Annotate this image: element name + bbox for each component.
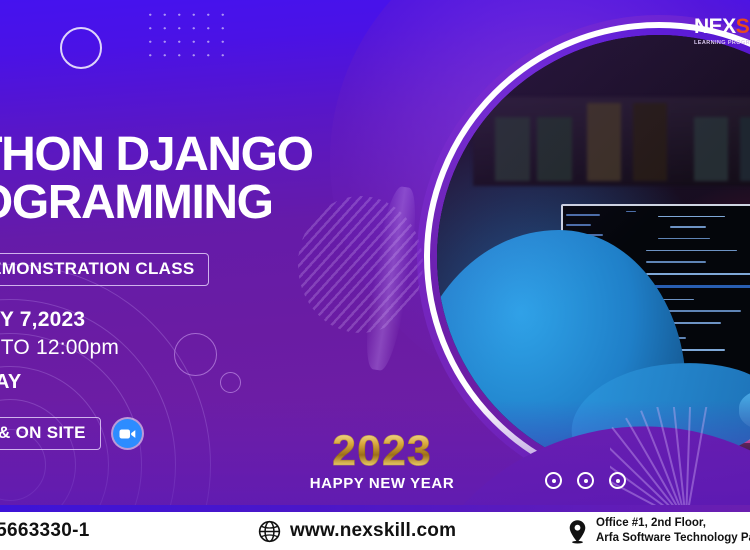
footer-address-line-1: Office #1, 2nd Floor, (596, 516, 706, 529)
logo-name-accent: SKILL (735, 15, 750, 38)
schedule-block: JANUARY 7,2023 10:00am TO 12:00pm SATURD… (0, 306, 412, 398)
event-day: SATURDAY (0, 371, 22, 394)
new-year-year: 2023 (292, 429, 472, 473)
promo-title: PYTHON DJANGO PROGRAMMING (0, 128, 412, 229)
radiating-lines-decoration (610, 407, 750, 512)
circle-outline-decoration (60, 27, 102, 69)
logo-tagline: LEARNING PROGRAMMING (694, 40, 750, 46)
footer-address: Office #1, 2nd Floor, Arfa Software Tech… (568, 516, 750, 546)
class-type-badge: FREE DEMONSTRATION CLASS (0, 252, 209, 286)
footer-address-line-2: Arfa Software Technology Park (596, 532, 750, 544)
video-camera-icon (112, 419, 142, 449)
slide-dot[interactable] (609, 472, 626, 489)
dot-grid-decoration (143, 8, 225, 66)
footer-address-lines: Office #1, 2nd Floor, Arfa Software Tech… (596, 516, 750, 546)
event-time: 10:00am TO 12:00pm (0, 335, 120, 359)
logo-name-main: NEX (694, 15, 736, 38)
title-line-2: PROGRAMMING (0, 175, 274, 229)
title-line-1: PYTHON DJANGO (0, 128, 314, 181)
footer-phone-text: 042-35663330-1 (0, 520, 90, 541)
footer-accent-strip (0, 505, 750, 512)
logo-wordmark: NEXSKILL (694, 16, 750, 37)
slide-dots[interactable] (545, 472, 626, 489)
new-year-greeting: HAPPY NEW YEAR (309, 475, 455, 492)
slide-dot[interactable] (545, 472, 562, 489)
promo-banner: NEXSKILL LEARNING PROGRAMMING Learn PYTH… (0, 0, 750, 550)
map-pin-icon (568, 519, 587, 544)
nexskill-logo: NEXSKILL LEARNING PROGRAMMING (694, 16, 750, 46)
footer-website[interactable]: www.nexskill.com (258, 520, 456, 543)
footer-phone[interactable]: 042-35663330-1 (0, 520, 90, 542)
delivery-mode-badge: ONLINE & ON SITE (0, 417, 101, 451)
eyebrow-text: Learn (0, 108, 412, 127)
footer-contact-bar: 042-35663330-1 www.nexskill.com (0, 512, 750, 550)
footer-website-text: www.nexskill.com (290, 520, 457, 541)
new-year-graphic: 2023 HAPPY NEW YEAR (292, 429, 472, 492)
globe-icon (258, 520, 281, 543)
promo-copy: Learn PYTHON DJANGO PROGRAMMING FREE DEM… (0, 108, 412, 451)
slide-dot[interactable] (577, 472, 594, 489)
event-date: JANUARY 7,2023 (0, 307, 86, 331)
